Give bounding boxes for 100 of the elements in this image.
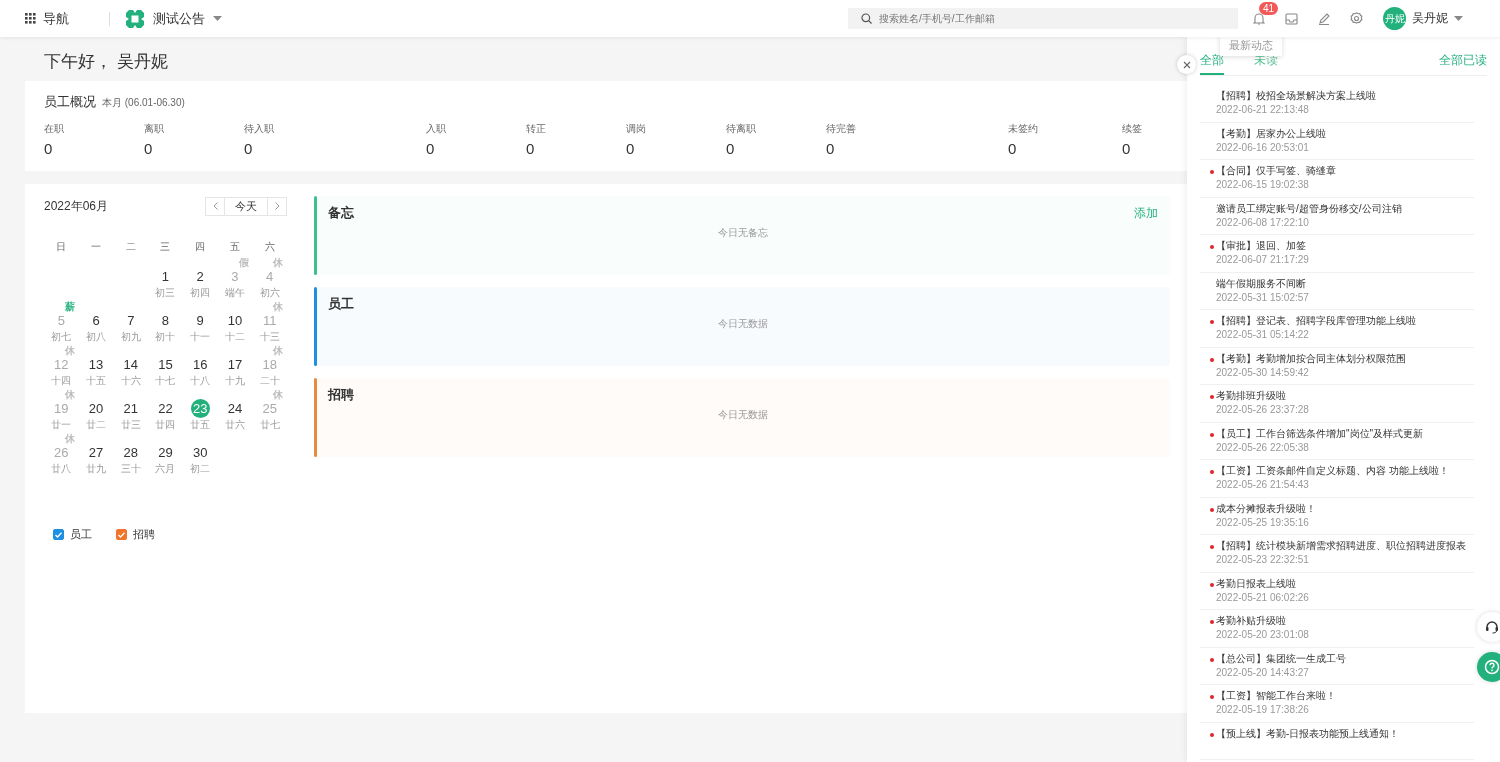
today-button[interactable]: 今天 bbox=[224, 197, 268, 215]
notification-title: 【考勤】考勤增加按合同主体划分权限范围 bbox=[1216, 351, 1407, 366]
notification-time: 2022-06-21 22:13:48 bbox=[1216, 104, 1310, 115]
pen-icon[interactable] bbox=[1318, 12, 1330, 25]
checkbox[interactable] bbox=[53, 529, 64, 540]
notification-time: 2022-05-31 05:14:22 bbox=[1216, 329, 1310, 340]
user-name: 吴丹妮 bbox=[1412, 10, 1448, 27]
greeting: 下午好， 吴丹妮 bbox=[44, 51, 168, 73]
grid-icon bbox=[25, 13, 36, 24]
notification-title: 【招聘】校招全场景解决方案上线啦 bbox=[1216, 89, 1377, 103]
org-switcher[interactable]: 测试公告 bbox=[125, 8, 222, 29]
lunar-date: 廿八 bbox=[51, 462, 72, 476]
calendar-day[interactable]: 27 bbox=[86, 443, 106, 462]
calendar-day[interactable]: 2 bbox=[190, 267, 210, 286]
close-button[interactable] bbox=[1177, 55, 1196, 74]
notification-item[interactable]: 【合同】仅手写签、骑缝章 2022-06-15 19:02:38 bbox=[1200, 160, 1474, 198]
check-icon bbox=[118, 531, 125, 538]
checkbox[interactable] bbox=[116, 529, 127, 540]
stat-value: 0 bbox=[44, 140, 53, 157]
notification-item[interactable]: 【考勤】居家办公上线啦 2022-06-16 20:53:01 bbox=[1200, 122, 1474, 160]
lunar-date: 十九 bbox=[224, 374, 245, 388]
calendar-day[interactable]: 8 bbox=[156, 311, 175, 330]
notification-item[interactable]: 【工资】智能工作台来啦！ 2022-05-19 17:38:26 bbox=[1200, 685, 1474, 723]
panel-title: 招聘 bbox=[328, 386, 354, 404]
stat-label: 续签 bbox=[1122, 122, 1142, 136]
calendar-day[interactable]: 20 bbox=[86, 399, 106, 418]
headset-icon bbox=[1485, 620, 1499, 634]
calendar-day[interactable]: 24 bbox=[225, 399, 245, 418]
notification-time: 2022-05-31 15:02:57 bbox=[1216, 291, 1310, 303]
month-label: 2022年06月 bbox=[44, 197, 109, 215]
avatar: 丹妮 bbox=[1383, 7, 1406, 30]
calendar-day[interactable]: 22 bbox=[156, 399, 175, 418]
stat-value: 0 bbox=[144, 140, 153, 157]
bell-icon[interactable] bbox=[1253, 12, 1265, 25]
close-icon bbox=[1182, 60, 1191, 69]
calendar-day[interactable]: 9 bbox=[190, 311, 210, 330]
notification-item[interactable]: 考勤排班升级啦 2022-05-26 23:37:28 bbox=[1200, 385, 1474, 423]
notification-item[interactable]: 【审批】退回、加签 2022-06-07 21:17:29 bbox=[1200, 235, 1474, 273]
caret-icon bbox=[1454, 15, 1463, 22]
calendar-day[interactable]: 16 bbox=[190, 355, 210, 374]
chevron-right-icon bbox=[274, 202, 280, 210]
notification-item[interactable]: 成本分摊报表升级啦！ 2022-05-25 19:35:16 bbox=[1200, 497, 1474, 535]
empty-message: 今日无数据 bbox=[718, 317, 768, 331]
notification-item[interactable]: 端午假期服务不间断 2022-05-31 15:02:57 bbox=[1200, 272, 1474, 310]
calendar-day[interactable]: 1 bbox=[156, 267, 175, 286]
notification-item[interactable]: 邀请员工绑定账号/超管身份移交/公司注销 2022-06-08 17:22:10 bbox=[1200, 197, 1474, 235]
lunar-date: 初九 bbox=[120, 330, 141, 344]
notification-item[interactable]: 【招聘】校招全场景解决方案上线啦 2022-06-21 22:13:48 bbox=[1200, 85, 1474, 123]
lunar-date: 廿三 bbox=[120, 418, 141, 432]
search-field[interactable]: 搜索姓名/手机号/工作邮箱 bbox=[848, 8, 1238, 29]
user-menu[interactable]: 丹妮 吴丹妮 bbox=[1383, 7, 1463, 30]
calendar-day[interactable]: 17 bbox=[225, 355, 245, 374]
notification-item[interactable]: 【总公司】集团统一生成工号 2022-05-20 14:43:27 bbox=[1200, 647, 1474, 685]
notification-item[interactable]: 【招聘】登记表、招聘字段库管理功能上线啦 2022-05-31 05:14:22 bbox=[1200, 310, 1474, 348]
calendar-day[interactable]: 10 bbox=[225, 311, 245, 330]
notification-title: 【员工】工作台筛选条件增加"岗位"及样式更新 bbox=[1216, 426, 1425, 441]
calendar-day[interactable]: 28 bbox=[121, 443, 141, 462]
lunar-date: 廿九 bbox=[86, 462, 107, 476]
calendar-day[interactable]: 6 bbox=[86, 311, 106, 330]
day-tag: 休 bbox=[273, 300, 284, 314]
notification-item[interactable]: 【员工】工作台筛选条件增加"岗位"及样式更新 2022-05-26 22:05:38 bbox=[1200, 422, 1474, 460]
lunar-date: 廿五 bbox=[190, 418, 211, 432]
notification-item[interactable]: 【招聘】统计模块新增需求招聘进度、职位招聘进度报表 2022-05-23 22:32:51 bbox=[1200, 535, 1474, 573]
notification-title: 【招聘】统计模块新增需求招聘进度、职位招聘进度报表 bbox=[1216, 539, 1467, 553]
notification-time: 2022-06-15 19:02:38 bbox=[1216, 179, 1310, 190]
nav-button[interactable]: 导航 bbox=[25, 9, 69, 28]
weekday-label: 一 bbox=[90, 240, 103, 254]
calendar-day[interactable]: 14 bbox=[121, 355, 141, 374]
calendar-day[interactable]: 21 bbox=[121, 399, 141, 418]
notification-time: 2022-05-30 14:59:42 bbox=[1216, 366, 1310, 378]
notification-item[interactable]: 【工资】工资条邮件自定义标题、内容 功能上线啦！ 2022-05-26 21:54:43 bbox=[1200, 460, 1474, 498]
legend-toggle[interactable]: 招聘 bbox=[116, 527, 155, 542]
notification-item[interactable]: 【预上线】考勤-日报表功能预上线通知！ bbox=[1200, 722, 1474, 760]
stat-label: 离职 bbox=[144, 122, 164, 136]
settings-icon[interactable] bbox=[1350, 12, 1363, 25]
calendar-day[interactable]: 29 bbox=[156, 443, 175, 462]
notification-title: 【考勤】居家办公上线啦 bbox=[1216, 126, 1327, 141]
notification-title: 【招聘】登记表、招聘字段库管理功能上线啦 bbox=[1216, 314, 1417, 328]
stat-value: 0 bbox=[244, 140, 253, 157]
notification-item[interactable]: 考勤补贴升级啦 2022-05-20 23:01:08 bbox=[1200, 610, 1474, 648]
notification-title: 考勤日报表上线啦 bbox=[1216, 576, 1297, 591]
panel-title: 备忘 bbox=[328, 204, 354, 222]
calendar-day[interactable]: 30 bbox=[190, 443, 210, 462]
calendar-day[interactable]: 15 bbox=[156, 355, 175, 374]
notification-item[interactable]: 考勤日报表上线啦 2022-05-21 06:02:26 bbox=[1200, 572, 1474, 610]
help-icon bbox=[1484, 659, 1500, 675]
legend-toggle[interactable]: 员工 bbox=[53, 527, 92, 542]
stat-value: 0 bbox=[626, 140, 635, 157]
notification-time: 2022-05-26 21:54:43 bbox=[1216, 479, 1310, 490]
lunar-date: 十五 bbox=[86, 374, 107, 388]
stat-value: 0 bbox=[1122, 140, 1131, 157]
weekday-label: 二 bbox=[124, 240, 137, 254]
lunar-date: 十六 bbox=[120, 374, 141, 388]
calendar-day[interactable]: 7 bbox=[121, 311, 141, 330]
chevron-left-icon bbox=[212, 202, 218, 210]
weekday-label: 三 bbox=[159, 240, 172, 254]
calendar-day[interactable]: 13 bbox=[86, 355, 106, 374]
notification-item[interactable]: 【考勤】考勤增加按合同主体划分权限范围 2022-05-30 14:59:42 bbox=[1200, 347, 1474, 385]
lunar-date: 廿七 bbox=[259, 418, 280, 432]
inbox-icon[interactable] bbox=[1285, 12, 1298, 25]
